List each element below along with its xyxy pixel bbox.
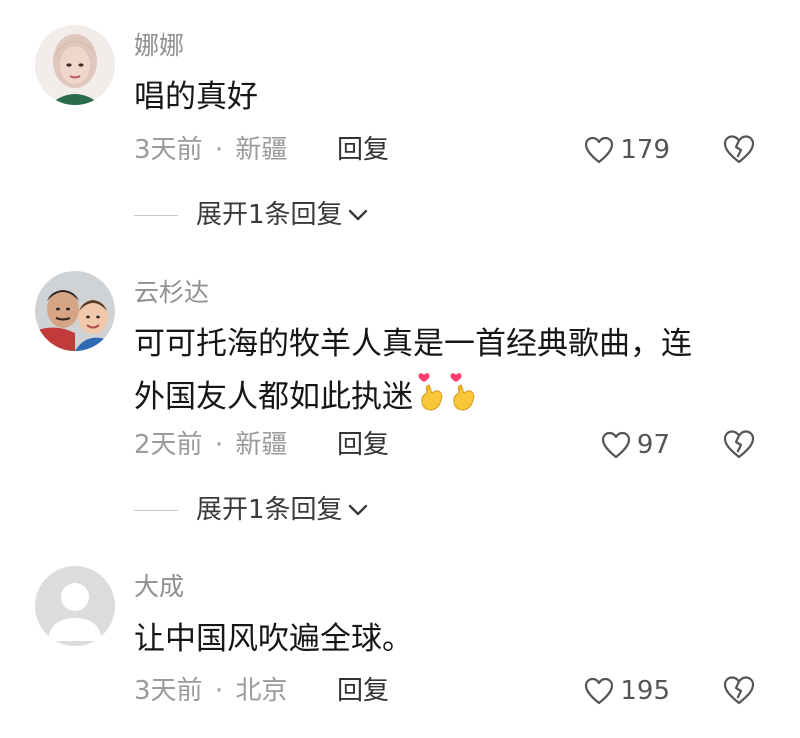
meta-separator: ·	[214, 135, 224, 165]
comment-meta: 2天前 · 新疆	[134, 428, 287, 462]
avatar[interactable]	[35, 566, 115, 646]
reply-button[interactable]: 回复	[337, 674, 389, 708]
avatar[interactable]	[35, 271, 115, 351]
username[interactable]: 云杉达	[134, 277, 209, 309]
expand-replies-label: 展开1条回复	[196, 200, 343, 230]
comment-time: 3天前	[134, 135, 203, 165]
comment-item: 大成 让中国风吹遍全球。 3天前 · 北京 回复 195	[0, 545, 800, 738]
meta-separator: ·	[214, 430, 224, 460]
expand-divider	[134, 214, 178, 216]
chevron-down-icon	[348, 209, 367, 221]
reply-button[interactable]: 回复	[337, 428, 389, 462]
comment-item: 云杉达 可可托海的牧羊人真是一首经典歌曲，连 外国友人都如此执迷 2天前 · 新…	[0, 250, 800, 545]
comment-time: 3天前	[134, 676, 203, 706]
comment-location: 新疆	[235, 430, 288, 460]
heart-outline-icon	[601, 431, 631, 459]
broken-heart-icon	[723, 676, 755, 705]
heart-outline-icon	[585, 677, 614, 705]
comment-item: 娜娜 唱的真好 3天前 · 新疆 回复 179 展开1条回复	[0, 0, 800, 250]
expand-replies-button[interactable]: 展开1条回复	[134, 493, 369, 527]
finger-heart-emoji	[450, 373, 475, 411]
expand-divider	[134, 509, 178, 511]
comment-text: 让中国风吹遍全球。	[134, 614, 744, 664]
dislike-button[interactable]	[722, 133, 756, 167]
chevron-down-icon	[348, 504, 367, 516]
comment-location: 新疆	[235, 135, 288, 165]
like-button[interactable]: 179	[584, 133, 670, 167]
expand-replies-button[interactable]: 展开1条回复	[134, 198, 369, 232]
reply-button[interactable]: 回复	[337, 133, 389, 167]
comment-time: 2天前	[134, 430, 203, 460]
comment-text-line: 让中国风吹遍全球。	[134, 621, 413, 657]
dislike-button[interactable]	[722, 428, 756, 462]
broken-heart-icon	[723, 135, 755, 164]
like-count: 195	[620, 676, 670, 706]
like-button[interactable]: 97	[601, 428, 670, 462]
like-count: 97	[636, 430, 670, 460]
comment-meta: 3天前 · 北京	[134, 674, 287, 708]
comment-meta: 3天前 · 新疆	[134, 133, 287, 167]
comment-text: 唱的真好	[134, 72, 744, 122]
username[interactable]: 娜娜	[134, 30, 184, 62]
heart-outline-icon	[585, 136, 614, 164]
broken-heart-icon	[723, 430, 755, 459]
username[interactable]: 大成	[134, 571, 184, 603]
comment-location: 北京	[235, 676, 288, 706]
like-button[interactable]: 195	[584, 674, 670, 708]
comment-text-line: 外国友人都如此执迷	[134, 379, 413, 415]
avatar[interactable]	[35, 25, 115, 105]
comment-text-line-with-emoji: 外国友人都如此执迷	[134, 369, 744, 422]
expand-replies-label: 展开1条回复	[196, 495, 343, 525]
meta-separator: ·	[214, 676, 224, 706]
like-count: 179	[620, 135, 670, 165]
comment-text-line: 可可托海的牧羊人真是一首经典歌曲，连	[134, 326, 692, 362]
dislike-button[interactable]	[722, 674, 756, 708]
comment-text: 可可托海的牧羊人真是一首经典歌曲，连 外国友人都如此执迷	[134, 319, 744, 422]
comment-text-line: 唱的真好	[134, 79, 258, 115]
finger-heart-emoji	[418, 373, 443, 411]
